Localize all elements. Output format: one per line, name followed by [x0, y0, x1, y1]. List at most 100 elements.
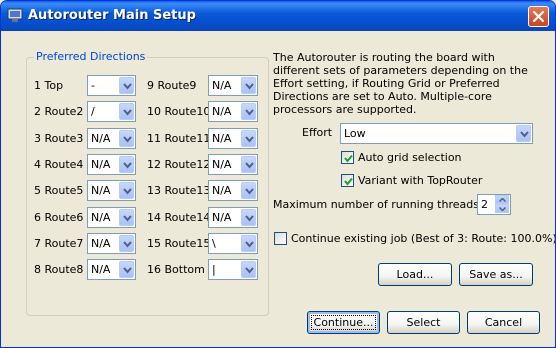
- direction-dropdown-arrow[interactable]: [241, 156, 256, 173]
- auto-grid-label: Auto grid selection: [358, 151, 462, 164]
- layer-direction-select[interactable]: |: [208, 259, 258, 280]
- layer-direction-value: N/A: [91, 132, 111, 145]
- layer-direction-select[interactable]: N/A: [208, 128, 258, 149]
- direction-dropdown-arrow[interactable]: [241, 77, 256, 94]
- layer-label: 8 Route8: [34, 263, 84, 276]
- layer-direction-value: N/A: [91, 237, 111, 250]
- select-button-label: Select: [406, 316, 441, 329]
- max-threads-label: Maximum number of running threads: [273, 198, 479, 211]
- chevron-down-icon: [123, 267, 132, 274]
- layer-label: 5 Route5: [34, 184, 84, 197]
- layer-label: 12 Route12: [147, 158, 211, 171]
- layer-direction-select[interactable]: N/A: [208, 75, 258, 96]
- layer-direction-select[interactable]: N/A: [87, 207, 136, 228]
- layer-direction-select[interactable]: N/A: [87, 154, 136, 175]
- layer-label: 13 Route13: [147, 184, 211, 197]
- direction-dropdown-arrow[interactable]: [119, 130, 134, 147]
- layer-direction-value: \: [212, 237, 216, 250]
- layer-direction-select[interactable]: N/A: [208, 101, 258, 122]
- continue-job-label: Continue existing job (Best of 3: Route:…: [291, 232, 556, 245]
- description-line: processors are supported.: [273, 103, 417, 116]
- layer-label: 1 Top: [34, 79, 64, 92]
- direction-dropdown-arrow[interactable]: [241, 182, 256, 199]
- effort-label: Effort: [302, 126, 333, 139]
- auto-grid-checkbox[interactable]: [341, 151, 354, 164]
- layer-direction-value: N/A: [91, 211, 111, 224]
- dialog-body: Preferred Directions 1 Top -2 Route2 / 3 Ro…: [4, 31, 556, 345]
- layer-direction-value: N/A: [212, 211, 232, 224]
- layer-direction-value: N/A: [212, 184, 232, 197]
- app-window-icon: [7, 8, 23, 23]
- layer-direction-select[interactable]: /: [87, 101, 136, 122]
- max-threads-value: 2: [481, 198, 488, 211]
- save-as-button[interactable]: Save as...: [459, 263, 533, 286]
- layer-label: 4 Route4: [34, 158, 84, 171]
- layer-direction-select[interactable]: N/A: [208, 207, 258, 228]
- spin-down-button[interactable]: [495, 204, 509, 213]
- chevron-down-icon: [245, 267, 254, 274]
- direction-dropdown-arrow[interactable]: [241, 209, 256, 226]
- chevron-down-icon: [245, 215, 254, 222]
- layer-label: 6 Route6: [34, 211, 84, 224]
- autorouter-setup-dialog: Autorouter Main Setup Preferred Directio…: [0, 0, 556, 348]
- layer-direction-select[interactable]: N/A: [208, 180, 258, 201]
- layer-direction-select[interactable]: \: [208, 233, 258, 254]
- layer-label: 16 Bottom: [147, 263, 205, 276]
- chevron-down-icon: [245, 241, 254, 248]
- chevron-down-icon: [520, 131, 529, 138]
- effort-select[interactable]: Low: [340, 123, 533, 144]
- layer-direction-select[interactable]: N/A: [87, 180, 136, 201]
- max-threads-spinbox[interactable]: 2: [477, 194, 511, 215]
- layer-direction-select[interactable]: N/A: [87, 233, 136, 254]
- direction-dropdown-arrow[interactable]: [241, 130, 256, 147]
- direction-dropdown-arrow[interactable]: [119, 156, 134, 173]
- direction-dropdown-arrow[interactable]: [241, 261, 256, 278]
- preferred-directions-legend: Preferred Directions: [34, 50, 148, 63]
- close-icon: [532, 10, 545, 23]
- layer-direction-value: N/A: [91, 158, 111, 171]
- layer-label: 14 Route14: [147, 211, 211, 224]
- chevron-down-icon: [245, 162, 254, 169]
- layer-direction-value: N/A: [212, 105, 232, 118]
- direction-dropdown-arrow[interactable]: [119, 182, 134, 199]
- direction-dropdown-arrow[interactable]: [119, 261, 134, 278]
- select-button[interactable]: Select: [387, 311, 460, 334]
- layer-direction-select[interactable]: -: [87, 75, 136, 96]
- direction-dropdown-arrow[interactable]: [241, 235, 256, 252]
- direction-dropdown-arrow[interactable]: [119, 77, 134, 94]
- title-bar[interactable]: Autorouter Main Setup: [1, 1, 555, 31]
- effort-dropdown-arrow[interactable]: [516, 125, 531, 142]
- close-button[interactable]: [528, 6, 549, 27]
- description-line: The Autorouter is routing the board with: [273, 51, 495, 64]
- save-as-button-label: Save as...: [469, 268, 523, 281]
- load-button[interactable]: Load...: [378, 263, 452, 286]
- cancel-button[interactable]: Cancel: [467, 311, 540, 334]
- layer-direction-select[interactable]: N/A: [208, 154, 258, 175]
- layer-label: 10 Route10: [147, 105, 211, 118]
- layer-label: 2 Route2: [34, 105, 84, 118]
- direction-dropdown-arrow[interactable]: [119, 209, 134, 226]
- layer-label: 9 Route9: [147, 79, 197, 92]
- layer-label: 7 Route7: [34, 237, 84, 250]
- spin-up-button[interactable]: [495, 195, 509, 204]
- continue-job-checkbox[interactable]: [274, 232, 287, 245]
- continue-button[interactable]: Continue...: [307, 311, 380, 334]
- check-icon: [344, 177, 353, 186]
- direction-dropdown-arrow[interactable]: [241, 103, 256, 120]
- layer-direction-select[interactable]: N/A: [87, 259, 136, 280]
- layer-direction-value: N/A: [212, 79, 232, 92]
- chevron-down-icon: [123, 162, 132, 169]
- layer-direction-value: N/A: [91, 184, 111, 197]
- direction-dropdown-arrow[interactable]: [119, 103, 134, 120]
- check-icon: [344, 154, 353, 163]
- variant-toprouter-checkbox[interactable]: [341, 174, 354, 187]
- layer-direction-select[interactable]: N/A: [87, 128, 136, 149]
- cancel-button-label: Cancel: [484, 316, 523, 329]
- load-button-label: Load...: [396, 268, 434, 281]
- description-line: Effort setting, if Routing Grid or Prefe…: [273, 77, 500, 90]
- layer-direction-value: -: [91, 79, 95, 92]
- chevron-down-icon: [245, 109, 254, 116]
- chevron-down-icon: [123, 215, 132, 222]
- chevron-down-icon: [123, 241, 132, 248]
- direction-dropdown-arrow[interactable]: [119, 235, 134, 252]
